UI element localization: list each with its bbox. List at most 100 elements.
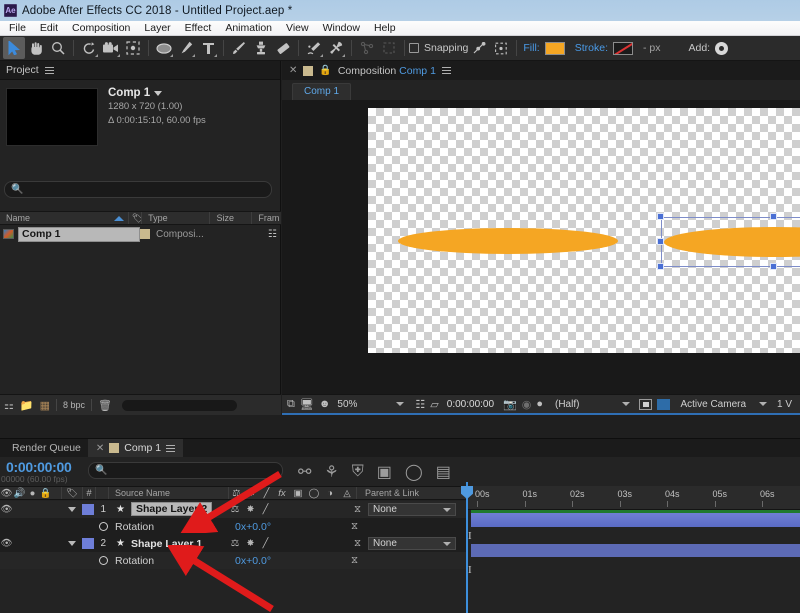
stopwatch-icon[interactable]: [99, 522, 108, 531]
brush-tool[interactable]: [228, 37, 250, 59]
tab-comp1[interactable]: Comp 1: [292, 83, 352, 100]
fast-previews-icon[interactable]: [657, 398, 671, 410]
menu-item-window[interactable]: Window: [316, 21, 367, 35]
menu-item-edit[interactable]: Edit: [33, 21, 65, 35]
graph-editor-icon[interactable]: ▤: [436, 462, 451, 482]
composition-mini-flowchart-icon[interactable]: ⚯: [298, 462, 311, 482]
parent-select[interactable]: None: [368, 503, 456, 516]
menu-item-file[interactable]: File: [2, 21, 33, 35]
property-track-marker[interactable]: I: [468, 564, 472, 576]
project-row-name[interactable]: Comp 1: [18, 226, 140, 242]
frame-blending-icon[interactable]: ▣: [377, 462, 392, 482]
selection-tool[interactable]: [3, 37, 25, 59]
pen-tool[interactable]: [175, 37, 197, 59]
selection-handle[interactable]: [657, 238, 664, 245]
lock-switch-icon[interactable]: 🔒: [39, 488, 52, 499]
sort-ascending-icon[interactable]: [113, 215, 124, 221]
menu-item-composition[interactable]: Composition: [65, 21, 137, 35]
viewer-timecode[interactable]: 0:00:00:00: [447, 399, 494, 410]
parent-select[interactable]: None: [368, 537, 456, 550]
project-col-tag[interactable]: 🏷: [129, 212, 143, 224]
resolution-label[interactable]: (Half): [555, 399, 579, 410]
project-search-field[interactable]: [27, 184, 253, 195]
snap-target-icon[interactable]: [468, 37, 490, 59]
type-tool[interactable]: [197, 37, 219, 59]
selection-handle[interactable]: [770, 213, 777, 220]
active-camera-label[interactable]: Active Camera: [680, 399, 746, 410]
parent-pickwhip-icon[interactable]: ⧖: [354, 538, 361, 549]
parent-link-column-label[interactable]: Parent & Link: [356, 487, 476, 499]
mask-feather-tool[interactable]: [356, 37, 378, 59]
zoom-level-label[interactable]: 50%: [337, 399, 357, 410]
interpret-footage-icon[interactable]: ⚏: [4, 399, 14, 412]
fill-color-swatch[interactable]: [544, 41, 565, 55]
pan-behind-tool[interactable]: [122, 37, 144, 59]
motion-blur-switch-icon[interactable]: ◯: [306, 488, 322, 499]
menu-item-effect[interactable]: Effect: [178, 21, 219, 35]
new-folder-icon[interactable]: 📁: [20, 399, 34, 412]
snapshot-icon[interactable]: 📷: [503, 398, 517, 411]
property-track-marker[interactable]: I: [468, 530, 472, 542]
add-menu-button[interactable]: [715, 41, 729, 55]
layer-label-color[interactable]: [82, 504, 94, 515]
composition-flowchart-icon[interactable]: ☷: [268, 229, 277, 240]
property-pickwhip-icon[interactable]: ⧖: [351, 521, 358, 532]
current-time-indicator[interactable]: [461, 482, 473, 613]
composition-viewer[interactable]: [282, 100, 800, 394]
menu-item-animation[interactable]: Animation: [218, 21, 279, 35]
project-search-input[interactable]: 🔍: [4, 181, 272, 198]
timeline-ruler[interactable]: 00s 01s 02s 03s 04s 05s 06s: [466, 486, 800, 510]
stopwatch-icon[interactable]: [99, 556, 108, 565]
selection-handle[interactable]: [657, 263, 664, 270]
show-snapshot-icon[interactable]: ◉: [522, 398, 532, 411]
new-composition-icon[interactable]: ▦: [40, 399, 50, 412]
project-col-size[interactable]: Size: [210, 212, 253, 224]
parent-pickwhip-icon[interactable]: ⧖: [354, 504, 361, 515]
layer-video-toggle[interactable]: 👁: [0, 538, 13, 549]
project-panel-title[interactable]: Project: [6, 64, 39, 76]
current-time-display[interactable]: 0:00:00:00: [6, 459, 72, 475]
snapping-checkbox[interactable]: [409, 43, 419, 53]
bit-depth-label[interactable]: 8 bpc: [55, 399, 93, 411]
toggle-mask-icon[interactable]: 🖥: [300, 398, 314, 411]
layer-label-color[interactable]: [82, 538, 94, 549]
video-switch-icon[interactable]: 👁: [0, 488, 13, 499]
project-col-frame[interactable]: Fram: [252, 212, 281, 224]
label-tag-icon[interactable]: 🏷: [62, 488, 82, 499]
adjustment-switch-icon[interactable]: ◑: [322, 488, 338, 499]
eraser-tool[interactable]: [272, 37, 294, 59]
menu-item-view[interactable]: View: [279, 21, 316, 35]
menu-item-help[interactable]: Help: [367, 21, 403, 35]
delete-icon[interactable]: 🗑: [98, 399, 112, 412]
frame-blend-switch-icon[interactable]: ▣: [290, 488, 306, 499]
hand-tool[interactable]: [25, 37, 47, 59]
camera-tool[interactable]: [100, 37, 122, 59]
selection-handle[interactable]: [657, 213, 664, 220]
views-label[interactable]: 1 V: [777, 399, 792, 410]
zoom-chevron-down-icon[interactable]: [396, 402, 405, 406]
shape-layer-1-ellipse[interactable]: [398, 228, 618, 254]
shape-select-tool[interactable]: [378, 37, 400, 59]
panel-menu-icon[interactable]: [441, 67, 451, 74]
panel-menu-icon[interactable]: [44, 66, 54, 74]
zoom-tool[interactable]: [47, 37, 69, 59]
project-row-name-cell[interactable]: Comp 1: [0, 226, 140, 242]
region-of-interest-icon[interactable]: ▱: [430, 398, 438, 411]
layer-number-icon[interactable]: #: [82, 487, 96, 499]
resolution-chevron-down-icon[interactable]: [622, 402, 631, 406]
property-pickwhip-icon[interactable]: ⧖: [351, 555, 358, 566]
camera-chevron-down-icon[interactable]: [759, 402, 768, 406]
shape-tool[interactable]: [153, 37, 175, 59]
stroke-color-swatch[interactable]: [612, 41, 633, 55]
motion-blur-icon[interactable]: ◯: [405, 462, 423, 482]
channels-icon[interactable]: ●: [536, 398, 543, 410]
layer-video-toggle[interactable]: 👁: [0, 504, 13, 515]
snap-bounds-icon[interactable]: [490, 37, 512, 59]
rotation-tool[interactable]: [78, 37, 100, 59]
tab-render-queue[interactable]: Render Queue: [12, 442, 81, 454]
layer2-duration-bar[interactable]: [471, 513, 800, 527]
project-row-comp1[interactable]: Comp 1 Composi... ☷: [0, 226, 281, 242]
roto-brush-tool[interactable]: [303, 37, 325, 59]
puppet-pin-tool[interactable]: [325, 37, 347, 59]
clone-stamp-tool[interactable]: [250, 37, 272, 59]
